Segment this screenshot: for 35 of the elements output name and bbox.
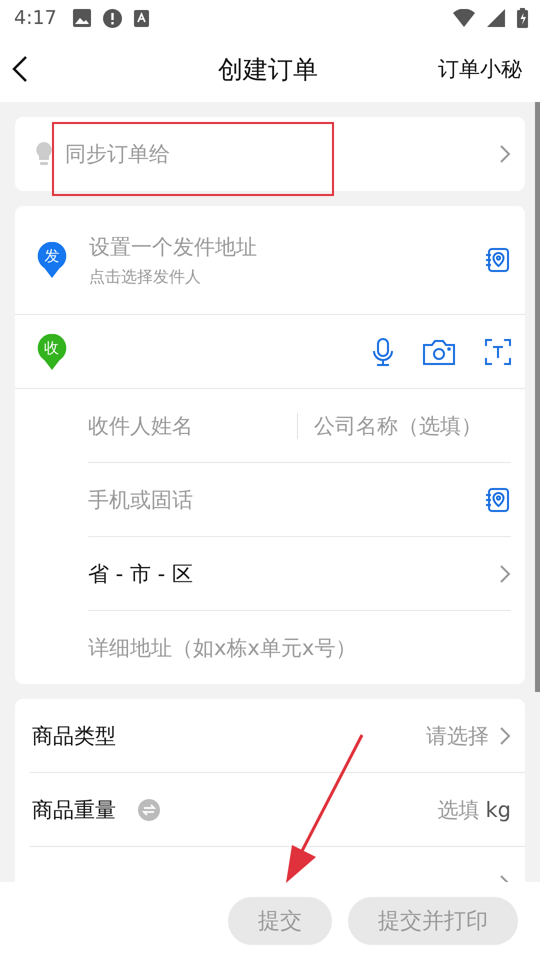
microphone-icon[interactable] [373, 338, 393, 366]
battery-icon [517, 8, 528, 28]
keyboard-icon [134, 10, 149, 26]
chevron-right-icon [499, 564, 511, 584]
page-title: 创建订单 [217, 54, 319, 86]
sender-address-title[interactable]: 设置一个发件地址 [89, 232, 483, 260]
map-pin-badge: 收 [36, 334, 66, 370]
chevron-right-icon [499, 726, 511, 746]
sync-card[interactable]: 同步订单给 [15, 117, 525, 191]
camera-icon[interactable] [423, 338, 455, 364]
weight-unit: kg [486, 798, 511, 822]
sync-label: 同步订单给 [65, 141, 171, 168]
address-book-icon[interactable] [483, 246, 511, 274]
image-icon [72, 9, 91, 27]
alert-icon [102, 8, 122, 28]
goods-label: 商品重量 [32, 796, 116, 824]
map-pin-badge: 发 [37, 242, 67, 278]
select-value[interactable]: 请选择 [426, 722, 489, 750]
order-assistant-link[interactable]: 订单小秘 [438, 55, 522, 83]
chevron-right-icon [499, 144, 511, 164]
status-time: 4:17 [14, 7, 57, 29]
sender-hint: 点击选择发件人 [89, 266, 202, 288]
lightbulb-icon [35, 141, 53, 167]
phone-field[interactable]: 手机或固话 [88, 488, 471, 512]
text-scan-icon[interactable] [485, 338, 511, 364]
address-book-icon[interactable] [483, 486, 511, 514]
goods-label: 商品类型 [32, 722, 117, 750]
detail-address-field[interactable]: 详细地址（如x栋x单元x号） [88, 636, 511, 660]
signal-icon [487, 9, 505, 27]
company-name-field[interactable]: 公司名称（选填） [310, 414, 511, 438]
recipient-name-field[interactable]: 收件人姓名 [88, 414, 285, 438]
region-selector[interactable]: 省 - 市 - 区 [88, 560, 487, 588]
weight-placeholder[interactable]: 选填 [438, 796, 480, 824]
wifi-icon [453, 9, 475, 27]
back-button[interactable] [12, 55, 28, 83]
